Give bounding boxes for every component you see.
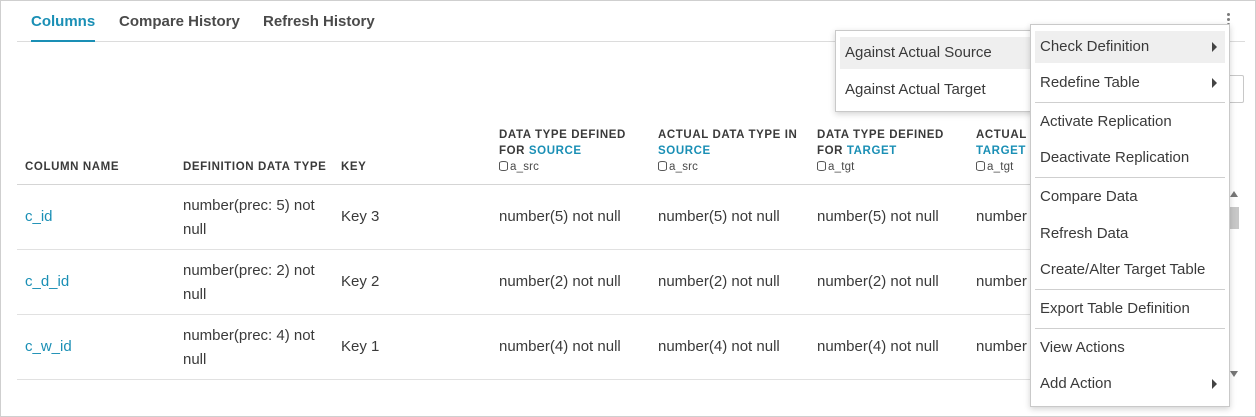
defined-target-cell: number(2) not null xyxy=(817,273,939,290)
key-cell: Key 1 xyxy=(341,338,380,355)
definition-data-type: number(prec: 5) not null xyxy=(183,194,315,242)
header-defined-source[interactable]: DATA TYPE DEFINED FOR SOURCE a_src xyxy=(499,127,626,175)
defined-source-cell: number(2) not null xyxy=(499,273,621,290)
actions-menu: Check Definition Redefine Table Activate… xyxy=(1030,24,1230,407)
db-name: a_src xyxy=(669,161,699,173)
database-icon xyxy=(658,161,667,171)
tab-compare-history[interactable]: Compare History xyxy=(119,13,240,42)
source-label: SOURCE xyxy=(658,145,711,157)
column-name-link[interactable]: c_w_id xyxy=(25,335,72,359)
header-prefix: FOR xyxy=(817,145,847,157)
db-label: a_tgt xyxy=(817,159,944,175)
menu-item-view-actions[interactable]: View Actions xyxy=(1035,332,1225,364)
db-name: a_tgt xyxy=(987,161,1014,173)
actual-source-cell: number(5) not null xyxy=(658,208,780,225)
db-name: a_tgt xyxy=(828,161,855,173)
tab-refresh-history[interactable]: Refresh History xyxy=(263,13,375,42)
menu-item-check-definition[interactable]: Check Definition xyxy=(1035,31,1225,63)
key-cell: Key 2 xyxy=(341,273,380,290)
scroll-down-icon[interactable] xyxy=(1230,371,1238,377)
db-name: a_src xyxy=(510,161,540,173)
def-line: null xyxy=(183,221,207,238)
check-definition-submenu: Against Actual Source Against Actual Tar… xyxy=(835,30,1035,112)
chevron-right-icon xyxy=(1212,42,1217,52)
column-name-link[interactable]: c_d_id xyxy=(25,270,69,294)
scroll-up-icon[interactable] xyxy=(1230,191,1238,197)
actual-source-cell: number(2) not null xyxy=(658,273,780,290)
menu-item-activate-replication[interactable]: Activate Replication xyxy=(1035,106,1225,138)
tab-columns[interactable]: Columns xyxy=(31,13,96,42)
def-line: null xyxy=(183,286,207,303)
header-prefix: FOR xyxy=(499,145,529,157)
header-line: DATA TYPE DEFINED xyxy=(499,129,626,141)
definition-data-type: number(prec: 4) not null xyxy=(183,324,315,372)
actual-target-cell: number xyxy=(976,273,1027,290)
menu-item-label: Redefine Table xyxy=(1040,74,1140,91)
defined-target-cell: number(4) not null xyxy=(817,338,939,355)
menu-divider xyxy=(1035,102,1225,103)
header-column-name[interactable]: COLUMN NAME xyxy=(25,159,119,175)
menu-item-redefine-table[interactable]: Redefine Table xyxy=(1035,67,1225,99)
menu-item-create-alter-target-table[interactable]: Create/Alter Target Table xyxy=(1035,254,1225,286)
header-key[interactable]: KEY xyxy=(341,159,366,175)
database-icon xyxy=(976,161,985,171)
def-line: number(prec: 4) not xyxy=(183,327,315,344)
menu-item-label: Check Definition xyxy=(1040,38,1150,55)
defined-source-cell: number(4) not null xyxy=(499,338,621,355)
menu-item-add-action[interactable]: Add Action xyxy=(1035,368,1225,400)
database-icon xyxy=(499,161,508,171)
header-line: FOR SOURCE xyxy=(499,143,626,159)
db-label: a_src xyxy=(499,159,626,175)
definition-data-type: number(prec: 2) not null xyxy=(183,259,315,307)
header-defined-target[interactable]: DATA TYPE DEFINED FOR TARGET a_tgt xyxy=(817,127,944,175)
menu-item-against-actual-source[interactable]: Against Actual Source xyxy=(840,37,1030,69)
menu-item-against-actual-target[interactable]: Against Actual Target xyxy=(840,74,1030,106)
def-line: null xyxy=(183,351,207,368)
menu-item-label: Add Action xyxy=(1040,375,1112,392)
header-definition-data-type[interactable]: DEFINITION DATA TYPE xyxy=(183,159,326,175)
key-cell: Key 3 xyxy=(341,208,380,225)
def-line: number(prec: 2) not xyxy=(183,262,315,279)
actual-source-cell: number(4) not null xyxy=(658,338,780,355)
chevron-right-icon xyxy=(1212,379,1217,389)
header-actual-source[interactable]: ACTUAL DATA TYPE IN SOURCE a_src xyxy=(658,127,797,175)
target-label: TARGET xyxy=(846,145,897,157)
defined-source-cell: number(5) not null xyxy=(499,208,621,225)
menu-item-compare-data[interactable]: Compare Data xyxy=(1035,181,1225,213)
actual-target-cell: number xyxy=(976,338,1027,355)
menu-divider xyxy=(1035,328,1225,329)
header-line: ACTUAL DATA TYPE IN xyxy=(658,129,798,141)
defined-target-cell: number(5) not null xyxy=(817,208,939,225)
actual-target-cell: number xyxy=(976,208,1027,225)
header-line: FOR TARGET xyxy=(817,143,944,159)
database-icon xyxy=(817,161,826,171)
source-label: SOURCE xyxy=(528,145,582,157)
menu-item-deactivate-replication[interactable]: Deactivate Replication xyxy=(1035,142,1225,174)
menu-divider xyxy=(1035,289,1225,290)
menu-item-export-table-definition[interactable]: Export Table Definition xyxy=(1035,293,1225,325)
table-scrollbar[interactable] xyxy=(1229,189,1241,381)
db-label: a_src xyxy=(658,159,797,175)
def-line: number(prec: 5) not xyxy=(183,197,315,214)
column-name-link[interactable]: c_id xyxy=(25,205,53,229)
menu-divider xyxy=(1035,177,1225,178)
panel: Columns Compare History Refresh History … xyxy=(0,0,1256,417)
chevron-right-icon xyxy=(1212,78,1217,88)
scroll-thumb[interactable] xyxy=(1230,207,1239,229)
header-line: DATA TYPE DEFINED xyxy=(817,129,944,141)
menu-item-refresh-data[interactable]: Refresh Data xyxy=(1035,218,1225,250)
